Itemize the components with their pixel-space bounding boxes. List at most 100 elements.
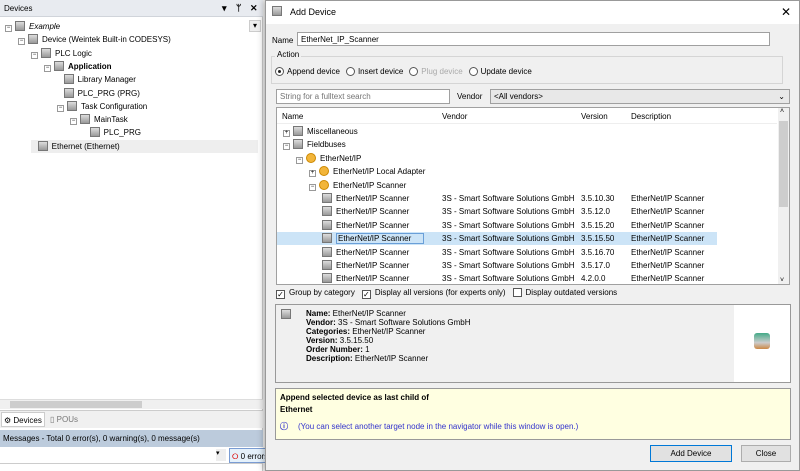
table-row[interactable]: +Miscellaneous <box>277 125 717 138</box>
collapse-icon[interactable]: − <box>5 25 12 32</box>
name-cell: +Miscellaneous <box>283 125 358 138</box>
table-row[interactable]: EtherNet/IP Scanner 3S - Smart Software S… <box>277 232 717 245</box>
scrollbar-thumb[interactable] <box>779 121 788 207</box>
table-row[interactable]: EtherNet/IP Scanner3S - Smart Software S… <box>277 205 717 218</box>
message-source-dropdown[interactable]: ▾ <box>216 449 226 461</box>
action-radio[interactable]: Update device <box>469 67 532 76</box>
option-checkbox[interactable]: ✓Group by category <box>276 288 355 297</box>
option-checkbox[interactable]: Display outdated versions <box>513 288 618 297</box>
tree-item[interactable]: −Application <box>44 60 112 73</box>
option-label: Display all versions (for experts only) <box>375 288 506 297</box>
device-name: EtherNet/IP Local Adapter <box>333 167 425 176</box>
table-row[interactable]: EtherNet/IP Scanner3S - Smart Software S… <box>277 192 717 205</box>
tree-item[interactable]: PLC_PRG <box>83 126 141 139</box>
pin-icon[interactable]: ᛘ <box>236 3 241 13</box>
tab-pous[interactable]: ▯ POUs <box>48 412 88 427</box>
table-row[interactable]: −EtherNet/IP Scanner <box>277 179 717 192</box>
scroll-up-icon[interactable]: ˄ <box>780 108 784 115</box>
tree-item[interactable]: Library Manager <box>57 73 136 86</box>
vendor-cell: 3S - Smart Software Solutions GmbH <box>442 232 575 245</box>
table-row[interactable]: EtherNet/IP Scanner3S - Smart Software S… <box>277 272 717 285</box>
collapse-icon[interactable]: − <box>31 52 38 59</box>
device-icon <box>293 139 303 149</box>
list-options: ✓Group by category ✓Display all versions … <box>276 288 624 299</box>
tree-item[interactable]: Ethernet (Ethernet) <box>31 140 258 153</box>
table-row[interactable]: −EtherNet/IP <box>277 152 717 165</box>
action-radio[interactable]: Plug device <box>409 67 462 76</box>
description-cell: EtherNet/IP Scanner <box>631 205 704 218</box>
table-row[interactable]: EtherNet/IP Scanner3S - Smart Software S… <box>277 259 717 272</box>
column-header[interactable]: Version <box>581 112 608 121</box>
device-icon <box>322 233 332 243</box>
name-cell: −EtherNet/IP Scanner <box>309 179 406 192</box>
tree-item[interactable]: −Task Configuration <box>57 100 147 113</box>
option-label: Display outdated versions <box>526 288 618 297</box>
expand-icon[interactable]: − <box>309 184 316 191</box>
column-header[interactable]: Vendor <box>442 112 467 121</box>
tree-dropdown-button[interactable]: ▾ <box>249 20 261 32</box>
dropdown-icon[interactable]: ▾ <box>222 3 227 14</box>
add-device-button[interactable]: Add Device <box>650 445 732 462</box>
collapse-icon[interactable]: − <box>44 65 51 72</box>
tree-item[interactable]: −Example <box>5 20 60 33</box>
info-key: Categories: <box>306 327 350 336</box>
info-key: Description: <box>306 354 353 363</box>
info-value: 1 <box>363 345 370 354</box>
info-value: EtherNet/IP Scanner <box>330 309 405 318</box>
tab-label: POUs <box>57 415 78 424</box>
scrollbar-thumb[interactable] <box>10 401 142 408</box>
description-cell: EtherNet/IP Scanner <box>631 219 704 232</box>
search-input[interactable] <box>276 89 450 104</box>
column-header[interactable]: Description <box>631 112 671 121</box>
close-icon[interactable]: ✕ <box>781 5 791 19</box>
errors-filter-button[interactable]: ⭘ 0 errors <box>229 448 269 463</box>
close-icon[interactable]: ✕ <box>250 3 258 14</box>
device-name: EtherNet/IP Scanner <box>336 233 424 244</box>
expand-icon[interactable]: − <box>296 157 303 164</box>
tree-item-label: PLC_PRG (PRG) <box>78 89 140 98</box>
name-input[interactable] <box>297 32 770 46</box>
tree-item[interactable]: PLC_PRG (PRG) <box>57 87 140 100</box>
name-label: Name <box>272 36 293 45</box>
expand-icon[interactable]: + <box>309 170 316 177</box>
tab-devices[interactable]: ⚙ Devices <box>1 412 45 427</box>
table-row[interactable]: −Fieldbuses <box>277 138 717 151</box>
table-row[interactable]: EtherNet/IP Scanner 3S - Smart Software S… <box>277 219 717 232</box>
action-radios: Append device Insert device Plug device Upd… <box>275 67 538 76</box>
action-label: Update device <box>481 67 532 76</box>
vertical-scrollbar[interactable]: ˄ ˅ <box>778 108 789 284</box>
info-value: 3S - Smart Software Solutions GmbH <box>336 318 471 327</box>
tree-node-icon <box>41 48 51 58</box>
vendor-cell: 3S - Smart Software Solutions GmbH <box>442 219 575 232</box>
version-cell: 3.5.16.70 <box>581 246 614 259</box>
device-info: Name: EtherNet/IP ScannerVendor: 3S - Sm… <box>306 309 471 363</box>
messages-header: Messages - Total 0 error(s), 0 warning(s… <box>0 430 263 447</box>
close-button[interactable]: Close <box>741 445 791 462</box>
tree-item[interactable]: −Device (Weintek Built-in CODESYS) <box>18 33 171 46</box>
tree-item-label: PLC_PRG <box>104 128 141 137</box>
collapse-icon[interactable]: − <box>18 38 25 45</box>
horizontal-scrollbar[interactable] <box>0 399 263 409</box>
tree-item[interactable]: −MainTask <box>70 113 128 126</box>
collapse-icon[interactable]: − <box>57 105 64 112</box>
tree-item[interactable]: −PLC Logic <box>31 47 92 60</box>
vendor-label: Vendor <box>457 92 482 101</box>
action-radio[interactable]: Append device <box>275 67 340 76</box>
hint-box: Append selected device as last child of … <box>275 388 791 440</box>
column-header[interactable]: Name <box>282 112 303 121</box>
name-cell: EtherNet/IP Scanner <box>322 246 409 259</box>
table-row[interactable]: EtherNet/IP Scanner3S - Smart Software S… <box>277 246 717 259</box>
collapse-icon[interactable]: − <box>70 118 77 125</box>
version-cell: 3.5.15.20 <box>581 219 614 232</box>
expand-icon[interactable]: − <box>283 143 290 150</box>
expand-icon[interactable]: + <box>283 130 290 137</box>
table-row[interactable]: + EtherNet/IP Local Adapter <box>277 165 717 178</box>
vendor-select[interactable]: <All vendors>⌄ <box>490 89 790 104</box>
tree-line <box>31 142 38 151</box>
option-checkbox[interactable]: ✓Display all versions (for experts only) <box>362 288 506 297</box>
scroll-down-icon[interactable]: ˅ <box>780 277 784 284</box>
action-radio[interactable]: Insert device <box>346 67 403 76</box>
tree-node-icon <box>67 101 77 111</box>
messages-filter-row: ▾ ⭘ 0 errors <box>0 447 263 464</box>
info-line: Vendor: 3S - Smart Software Solutions Gm… <box>306 318 471 327</box>
